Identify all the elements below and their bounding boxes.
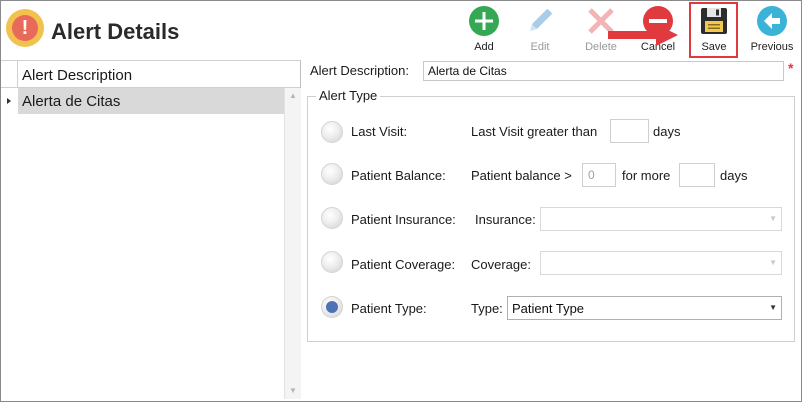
type-label: Type:	[471, 301, 503, 316]
insurance-label: Insurance:	[475, 212, 536, 227]
previous-button[interactable]: Previous	[748, 5, 796, 57]
patient-balance-label: Patient Balance:	[351, 168, 446, 183]
radio-patient-balance[interactable]	[321, 163, 343, 185]
patient-balance-days-label: days	[720, 168, 748, 183]
radio-patient-insurance[interactable]	[321, 207, 343, 229]
radio-patient-coverage[interactable]	[321, 251, 343, 273]
scroll-up-icon[interactable]: ▲	[287, 90, 299, 102]
row-pointer-icon	[1, 88, 17, 114]
patient-type-selected: Patient Type	[512, 301, 585, 316]
page-title: Alert Details	[51, 19, 180, 44]
grid-header: Alert Description	[1, 60, 300, 88]
arrow-icon	[608, 24, 678, 46]
edit-label: Edit	[530, 41, 550, 53]
add-button[interactable]: Add	[460, 5, 508, 57]
chevron-down-icon: ▼	[769, 214, 777, 223]
coverage-label: Coverage:	[471, 257, 531, 272]
last-visit-days-label: days	[653, 124, 681, 139]
radio-last-visit[interactable]	[321, 121, 343, 143]
save-button[interactable]: Save	[690, 5, 738, 57]
add-icon	[469, 6, 499, 36]
previous-icon	[757, 6, 787, 36]
cell-text: Alerta de Citas	[22, 93, 121, 110]
last-visit-text: Last Visit greater than	[471, 124, 598, 139]
alert-type-legend: Alert Type	[316, 88, 381, 103]
edit-icon	[530, 9, 552, 31]
patient-balance-days-input[interactable]	[679, 163, 715, 187]
insurance-dropdown[interactable]: ▼	[540, 207, 782, 231]
patient-insurance-label: Patient Insurance:	[351, 212, 456, 227]
header: ! Alert Details Add Edit Delete Cancel S…	[0, 0, 802, 60]
add-label: Add	[474, 41, 494, 53]
patient-balance-text: Patient balance >	[471, 168, 572, 183]
patient-type-label: Patient Type:	[351, 301, 427, 316]
patient-type-dropdown[interactable]: Patient Type ▼	[507, 296, 782, 320]
alert-grid: Alert Description Alerta de Citas ▲ ▼	[1, 60, 301, 399]
patient-coverage-label: Patient Coverage:	[351, 257, 456, 272]
save-icon	[701, 8, 727, 34]
coverage-dropdown[interactable]: ▼	[540, 251, 782, 275]
column-header-alert-description[interactable]: Alert Description	[22, 67, 132, 84]
radio-patient-type[interactable]	[321, 296, 343, 318]
scroll-down-icon[interactable]: ▼	[287, 385, 299, 397]
alert-icon: !	[6, 9, 44, 47]
edit-button[interactable]: Edit	[516, 5, 564, 57]
alert-description-label: Alert Description:	[310, 63, 409, 78]
last-visit-label: Last Visit:	[351, 124, 408, 139]
previous-label: Previous	[750, 41, 794, 53]
last-visit-days-input[interactable]	[610, 119, 649, 143]
alert-description-input[interactable]	[423, 61, 784, 81]
patient-balance-for-more: for more	[622, 168, 671, 183]
required-asterisk: *	[788, 60, 794, 76]
table-row[interactable]: Alerta de Citas	[1, 88, 284, 114]
row-selector-header	[1, 61, 18, 87]
chevron-down-icon: ▼	[769, 258, 777, 267]
table-cell[interactable]: Alerta de Citas	[18, 88, 284, 114]
patient-balance-amount-input[interactable]: 0	[582, 163, 616, 187]
chevron-down-icon: ▼	[769, 303, 777, 312]
save-label: Save	[701, 41, 727, 53]
grid-scrollbar[interactable]: ▲ ▼	[284, 88, 301, 399]
